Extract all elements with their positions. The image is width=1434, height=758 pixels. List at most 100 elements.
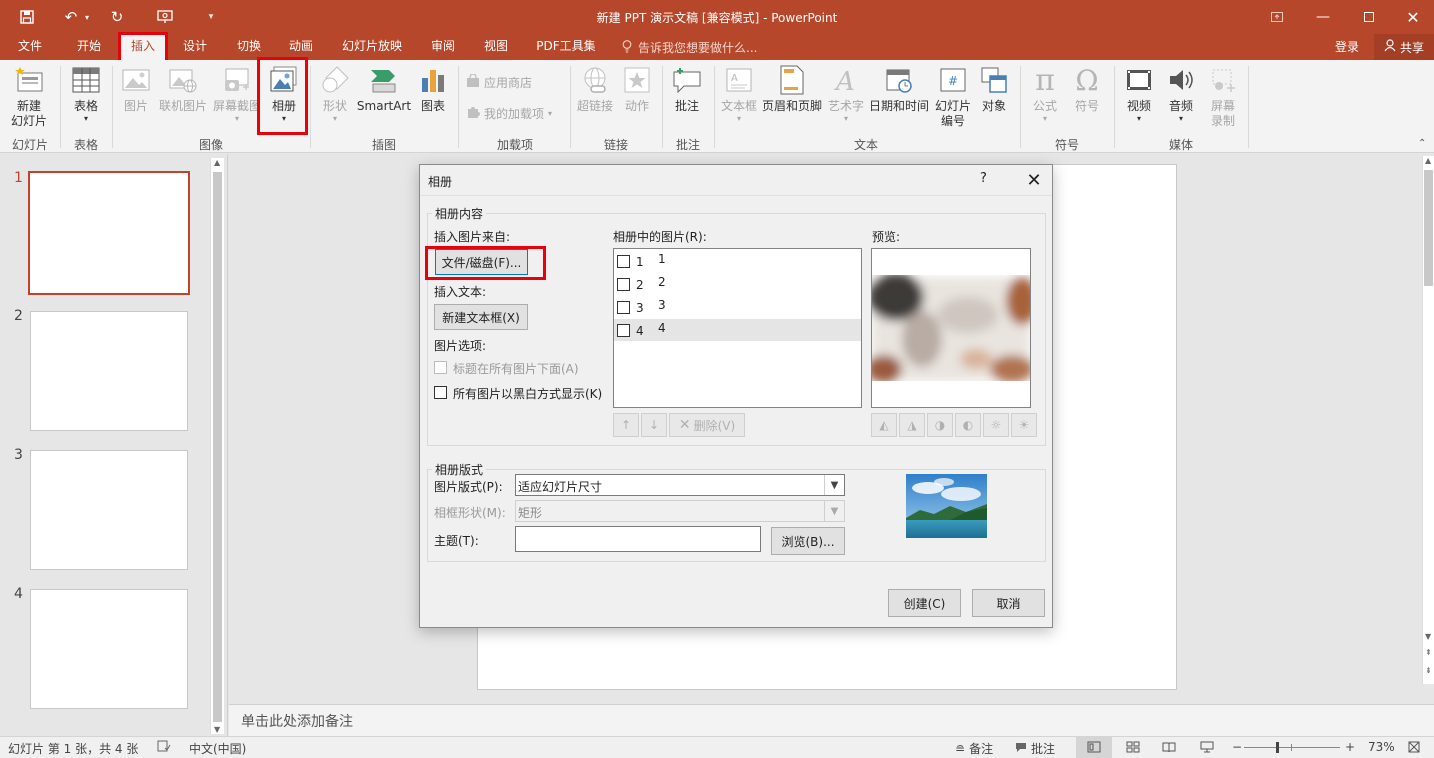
create-button[interactable]: 创建(C) [888,589,961,617]
list-item[interactable]: 2 2 [614,273,861,295]
picture-button[interactable]: 图片 [116,64,156,114]
comment-button[interactable]: 批注 [666,64,708,114]
slide-sorter-button[interactable] [1126,741,1140,753]
tab-insert[interactable]: 插入 [121,34,165,60]
hyperlink-button[interactable]: 超链接 [574,64,616,114]
audio-button[interactable]: 音频 ▾ [1162,64,1200,123]
equation-button[interactable]: π 公式 ▾ [1026,64,1064,123]
canvas-scrollbar[interactable]: ▲ ▼ ⇞ ⇟ [1422,156,1434,684]
scroll-up-icon[interactable]: ▲ [1425,156,1431,165]
fit-to-window-button[interactable] [1408,741,1420,753]
chevron-down-icon[interactable]: ▼ [824,475,844,495]
decrease-contrast-button[interactable]: ◐ [955,413,981,437]
caption-below-checkbox[interactable] [434,361,447,374]
scroll-thumb[interactable] [213,172,222,722]
photo-album-button[interactable]: 相册 ▾ [264,64,304,123]
maximize-icon[interactable] [1346,0,1392,34]
zoom-level[interactable]: 73% [1368,740,1395,754]
notes-pane[interactable]: 单击此处添加备注 [229,704,1434,736]
scroll-thumb[interactable] [1424,170,1433,286]
video-button[interactable]: 视频 ▾ [1120,64,1158,123]
collapse-ribbon-icon[interactable]: ⌃ [1418,138,1426,149]
move-down-button[interactable]: ↓ [641,413,667,437]
chevron-down-icon[interactable]: ▼ [824,501,844,521]
screenshot-button[interactable]: 屏幕截图 ▾ [210,64,264,123]
scroll-down-icon[interactable]: ▼ [214,725,220,734]
object-button[interactable]: 对象 [976,64,1012,114]
zoom-slider[interactable] [1244,742,1340,753]
dialog-close-icon[interactable]: ✕ [1020,167,1048,193]
zoom-slider-handle[interactable] [1276,742,1279,753]
slide-thumbnail-2[interactable] [30,311,188,431]
shapes-button[interactable]: 形状 ▾ [316,64,354,123]
smartart-button[interactable]: SmartArt [356,64,412,114]
rotate-right-button[interactable]: ◮ [899,413,925,437]
next-slide-icon[interactable]: ⇟ [1425,666,1432,675]
login-link[interactable]: 登录 [1335,38,1359,55]
datetime-button[interactable]: 日期和时间 [866,64,932,114]
pictures-listbox[interactable]: 1 1 2 2 3 3 4 4 [613,248,862,408]
tab-review[interactable]: 审阅 [420,34,466,60]
table-button[interactable]: 表格 ▾ [64,64,108,123]
close-icon[interactable]: ✕ [1392,0,1434,34]
rotate-left-button[interactable]: ◭ [871,413,897,437]
theme-input[interactable] [515,526,761,552]
black-white-checkbox[interactable] [434,386,447,399]
zoom-out-button[interactable]: − [1232,740,1242,754]
tell-me-search[interactable]: 告诉我您想要做什么... [622,39,757,56]
tab-file[interactable]: 文件 [8,34,52,60]
slideshow-button[interactable] [1200,741,1214,753]
tab-pdf-tools[interactable]: PDF工具集 [530,34,602,60]
help-button[interactable]: ? [980,171,987,186]
move-up-button[interactable]: ↑ [613,413,639,437]
increase-contrast-button[interactable]: ◑ [927,413,953,437]
cancel-button[interactable]: 取消 [972,589,1045,617]
action-button[interactable]: 动作 [618,64,656,114]
slide-thumbnail-3[interactable] [30,450,188,570]
new-slide-button[interactable]: 新建 幻灯片 [4,64,54,129]
list-item-selected[interactable]: 4 4 [614,319,861,341]
tab-animations[interactable]: 动画 [279,34,323,60]
delete-button[interactable]: ✕ 删除(V) [669,413,745,437]
tab-home[interactable]: 开始 [66,34,112,60]
list-item[interactable]: 1 1 [614,250,861,272]
thumbnail-scrollbar[interactable]: ▲ ▼ [210,158,224,734]
decrease-brightness-button[interactable]: ☀ [1011,413,1037,437]
scroll-up-icon[interactable]: ▲ [214,158,220,167]
screen-record-button[interactable]: 屏幕 录制 [1204,64,1242,129]
file-disk-button[interactable]: 文件/磁盘(F)... [435,249,528,275]
textbox-button[interactable]: A 文本框 ▾ [718,64,760,123]
slide-thumbnail-1[interactable] [28,171,190,295]
picture-checkbox[interactable] [617,278,630,291]
tab-transitions[interactable]: 切换 [226,34,272,60]
picture-checkbox[interactable] [617,255,630,268]
my-addins-button[interactable]: 我的加载项 ▾ [466,105,552,122]
slide-number-button[interactable]: # 幻灯片 编号 [932,64,974,129]
tab-slideshow[interactable]: 幻灯片放映 [334,34,410,60]
normal-view-button[interactable] [1076,737,1112,758]
picture-checkbox[interactable] [617,324,630,337]
browse-button[interactable]: 浏览(B)... [771,527,845,555]
tab-design[interactable]: 设计 [172,34,218,60]
header-footer-button[interactable]: 页眉和页脚 [760,64,824,114]
reading-view-button[interactable] [1162,741,1176,753]
picture-checkbox[interactable] [617,301,630,314]
wordart-button[interactable]: A 艺术字 ▾ [826,64,866,123]
new-textbox-button[interactable]: 新建文本框(X) [434,304,528,330]
symbol-button[interactable]: Ω 符号 [1068,64,1106,114]
comments-toggle[interactable]: 批注 [1015,740,1055,757]
frame-shape-select[interactable]: 矩形 ▼ [515,500,845,522]
minimize-icon[interactable]: — [1300,0,1346,34]
slide-thumbnail-4[interactable] [30,589,188,709]
notes-toggle[interactable]: ≘ 备注 [955,740,993,757]
online-picture-button[interactable]: 联机图片 [156,64,210,114]
list-item[interactable]: 3 3 [614,296,861,318]
chart-button[interactable]: 图表 [414,64,452,114]
store-button[interactable]: 应用商店 [466,73,532,91]
ribbon-display-icon[interactable] [1254,0,1300,34]
increase-brightness-button[interactable]: ☼ [983,413,1009,437]
tab-view[interactable]: 视图 [474,34,518,60]
share-button[interactable]: 共享 [1374,34,1434,60]
scroll-down-icon[interactable]: ▼ [1425,632,1431,641]
language-indicator[interactable]: 中文(中国) [189,740,246,757]
